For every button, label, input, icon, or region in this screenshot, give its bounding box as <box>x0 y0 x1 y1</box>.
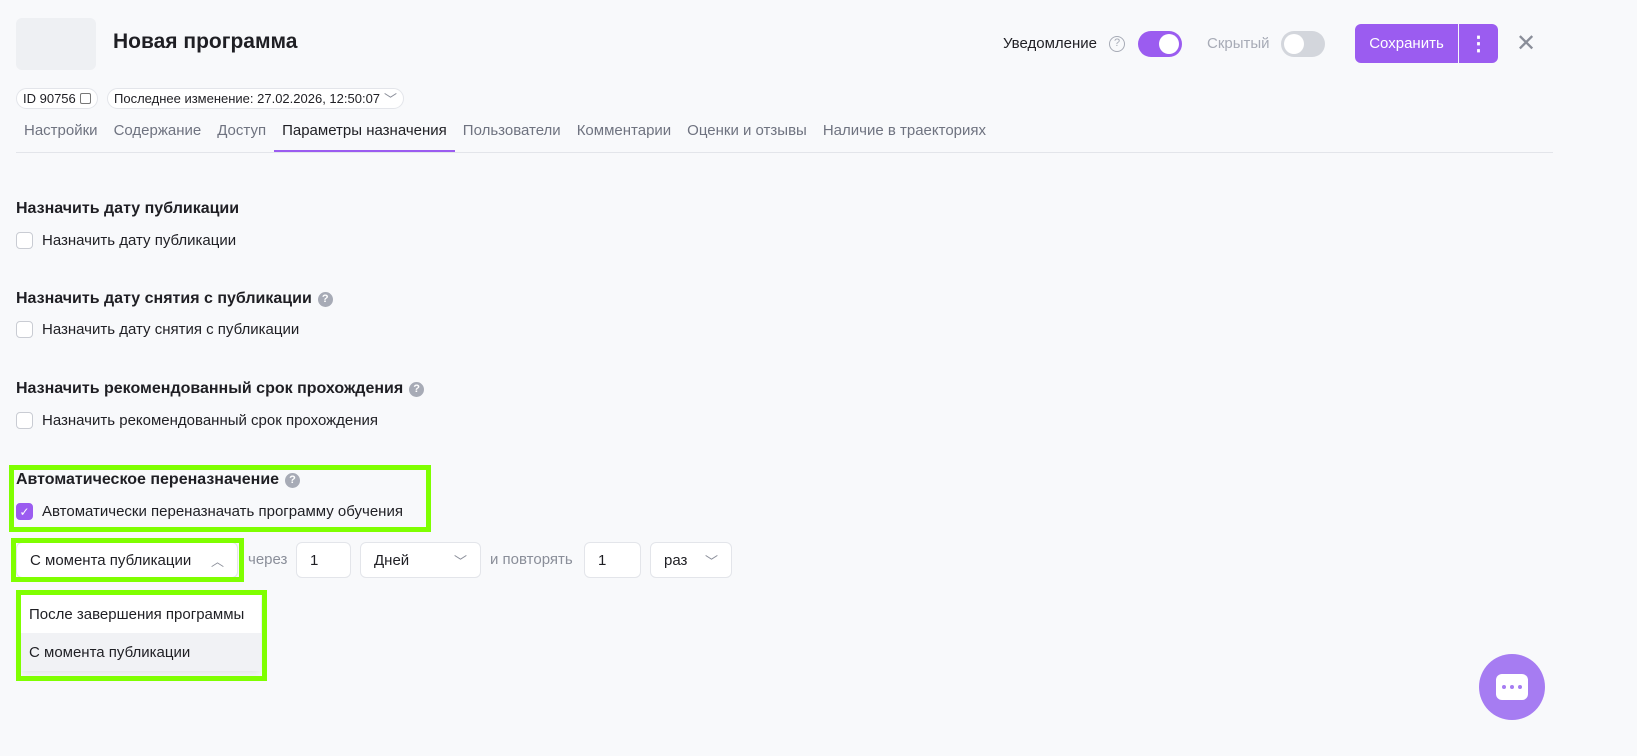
repeat-input[interactable]: 1 <box>584 542 641 578</box>
chevron-down-icon: ﹀ <box>384 92 398 107</box>
tab-settings[interactable]: Настройки <box>16 118 106 153</box>
tab-trajectories[interactable]: Наличие в траекториях <box>815 118 994 153</box>
section-heading: Назначить рекомендованный срок прохожден… <box>16 380 425 398</box>
save-button[interactable]: Сохранить <box>1355 24 1458 63</box>
chat-icon <box>1496 674 1528 700</box>
highlight-frame <box>16 590 267 681</box>
chat-button[interactable] <box>1479 654 1545 720</box>
notification-label: Уведомление <box>1003 35 1098 52</box>
tab-access[interactable]: Доступ <box>209 118 274 153</box>
page-title: Новая программа <box>113 30 298 53</box>
publish-date-checkbox[interactable]: Назначить дату публикации <box>16 232 236 249</box>
section-heading: Автоматическое переназначение? <box>16 471 301 489</box>
help-icon[interactable]: ? <box>1109 36 1125 52</box>
section-heading: Назначить дату публикации <box>16 200 240 217</box>
id-label: ID 90756 <box>23 91 76 106</box>
hidden-label: Скрытый <box>1207 35 1270 52</box>
help-icon[interactable]: ? <box>317 291 333 307</box>
chevron-down-icon: ﹀ <box>704 553 718 569</box>
interval-input[interactable]: 1 <box>296 542 351 578</box>
last-modified-label: Последнее изменение: 27.02.2026, 12:50:0… <box>114 91 381 106</box>
help-icon[interactable]: ? <box>409 381 425 397</box>
unpublish-date-checkbox[interactable]: Назначить дату снятия с публикации <box>16 321 299 338</box>
tab-content[interactable]: Содержание <box>106 118 210 153</box>
last-modified-chip[interactable]: Последнее изменение: 27.02.2026, 12:50:0… <box>107 88 405 109</box>
help-icon[interactable]: ? <box>285 472 301 488</box>
divider <box>16 152 1553 153</box>
repeat-label: и повторять <box>490 551 573 568</box>
section-heading: Назначить дату снятия с публикации? <box>16 290 333 308</box>
tab-ratings[interactable]: Оценки и отзывы <box>679 118 815 153</box>
notification-toggle[interactable] <box>1138 31 1182 57</box>
more-options-icon[interactable]: ⋮ <box>1459 24 1498 63</box>
chevron-down-icon: ﹀ <box>453 553 467 569</box>
tab-comments[interactable]: Комментарии <box>569 118 679 153</box>
highlight-frame <box>11 538 244 582</box>
hidden-toggle[interactable] <box>1281 31 1325 57</box>
program-cover[interactable] <box>16 18 96 70</box>
tab-assignment-params[interactable]: Параметры назначения <box>274 118 455 153</box>
auto-reassign-checkbox[interactable]: ✓ Автоматически переназначать программу о… <box>16 503 403 520</box>
id-chip: ID 90756 <box>16 88 98 109</box>
tab-users[interactable]: Пользователи <box>455 118 569 153</box>
tabs: Настройки Содержание Доступ Параметры на… <box>16 118 994 153</box>
recommended-term-checkbox[interactable]: Назначить рекомендованный срок прохожден… <box>16 412 378 429</box>
check-icon: ✓ <box>16 503 33 520</box>
close-icon[interactable]: ✕ <box>1516 29 1536 58</box>
copy-icon[interactable] <box>79 93 91 104</box>
unit-select[interactable]: Дней ﹀ <box>360 542 481 578</box>
through-label: через <box>248 551 288 568</box>
repeat-unit-select[interactable]: раз ﹀ <box>650 542 732 578</box>
